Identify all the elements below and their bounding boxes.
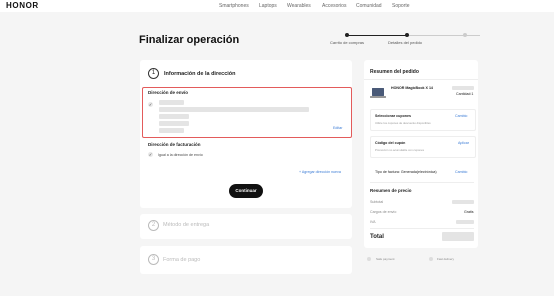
- add-billing-address-link[interactable]: + Agregar dirección nueva: [299, 170, 341, 174]
- honor-logo[interactable]: HONOR: [6, 1, 39, 10]
- blurred-subtotal: [452, 200, 474, 204]
- page-title: Finalizar operación: [139, 34, 240, 46]
- laptop-icon: [370, 88, 386, 98]
- nav-soporte[interactable]: Soporte: [392, 3, 410, 9]
- blurred-price: [452, 86, 474, 90]
- price-summary-title: Resumen de precio: [370, 188, 412, 193]
- summary-divider: [370, 182, 474, 183]
- progress-line-done: [347, 35, 407, 36]
- edit-address-link[interactable]: Editar: [333, 126, 342, 130]
- continue-button[interactable]: Continuar: [229, 184, 263, 198]
- step-label-cart: Carrito de compras: [330, 40, 365, 45]
- blurred-address-line: [159, 107, 309, 112]
- subtotal-label: Subtotal: [370, 200, 384, 204]
- nav-laptops[interactable]: Laptops: [259, 3, 277, 9]
- step-number-1: 1: [148, 68, 159, 79]
- billing-same-checkbox[interactable]: ✓: [148, 152, 153, 157]
- fast-delivery-label: Fast delivery: [437, 257, 455, 261]
- product-quantity: Cantidad:1: [456, 92, 474, 96]
- billing-address-title: Dirección de facturación: [148, 142, 201, 147]
- nav-comunidad[interactable]: Comunidad: [356, 3, 382, 9]
- step-number-2: 2: [148, 220, 159, 231]
- fast-delivery-icon: [429, 257, 433, 261]
- payment-section-title: Forma de pago: [163, 257, 201, 263]
- shipping-cost-label: Cargos de envío: [370, 210, 397, 214]
- order-summary-title: Resumen del pedido: [370, 69, 419, 75]
- address-section-title: Información de la dirección: [164, 71, 236, 77]
- select-coupons-hint: Utilice los cupones de descuento disponi…: [375, 121, 431, 125]
- step-dot-payment: [463, 33, 467, 37]
- shipping-address-radio[interactable]: ✓: [148, 102, 153, 107]
- coupon-code-box[interactable]: [370, 136, 476, 158]
- change-invoice-link[interactable]: Cambio: [455, 170, 467, 174]
- coupon-code-hint: Promoción no acumulable con cupones: [375, 148, 424, 152]
- summary-divider: [364, 79, 478, 80]
- apply-coupon-link[interactable]: Aplicar: [458, 141, 469, 145]
- blurred-address-line: [159, 128, 184, 133]
- step-dot-cart: [345, 33, 349, 37]
- total-label: Total: [370, 234, 384, 240]
- safe-payment-label: Safe payment: [376, 257, 395, 261]
- nav-accesorios[interactable]: Accesorios: [322, 3, 346, 9]
- blurred-total: [442, 232, 474, 241]
- step-dot-details: [405, 33, 409, 37]
- delivery-section-title: Método de entrega: [163, 222, 210, 228]
- step-number-3: 3: [148, 254, 159, 265]
- nav-wearables[interactable]: Wearables: [287, 3, 311, 9]
- shipping-cost-value: Gratis: [464, 210, 474, 214]
- select-coupons-title: Seleccionar cupones: [375, 114, 411, 118]
- invoice-type-label: Tipo de factura: Generada(electrónica): [375, 170, 437, 174]
- nav-smartphones[interactable]: Smartphones: [219, 3, 249, 9]
- change-coupon-link[interactable]: Cambio: [455, 114, 467, 118]
- top-navigation-bar: [0, 0, 554, 12]
- blurred-tax: [456, 220, 474, 224]
- product-name: HONOR MagicBook X 14: [391, 86, 433, 90]
- summary-divider: [370, 228, 474, 229]
- safe-payment-icon: [367, 257, 371, 261]
- progress-line-pending: [407, 35, 480, 36]
- step-label-details: Detalles del pedido: [388, 40, 423, 45]
- select-coupons-box[interactable]: [370, 109, 476, 131]
- blurred-address-line: [159, 121, 189, 126]
- tax-label: IVA: [370, 220, 376, 224]
- blurred-address-line: [159, 114, 189, 119]
- coupon-code-title: Código del cupón: [375, 141, 406, 145]
- blurred-name: [159, 100, 184, 105]
- shipping-address-title: Dirección de envío: [148, 90, 189, 95]
- billing-same-label: Igual a la dirección de envío: [158, 153, 203, 157]
